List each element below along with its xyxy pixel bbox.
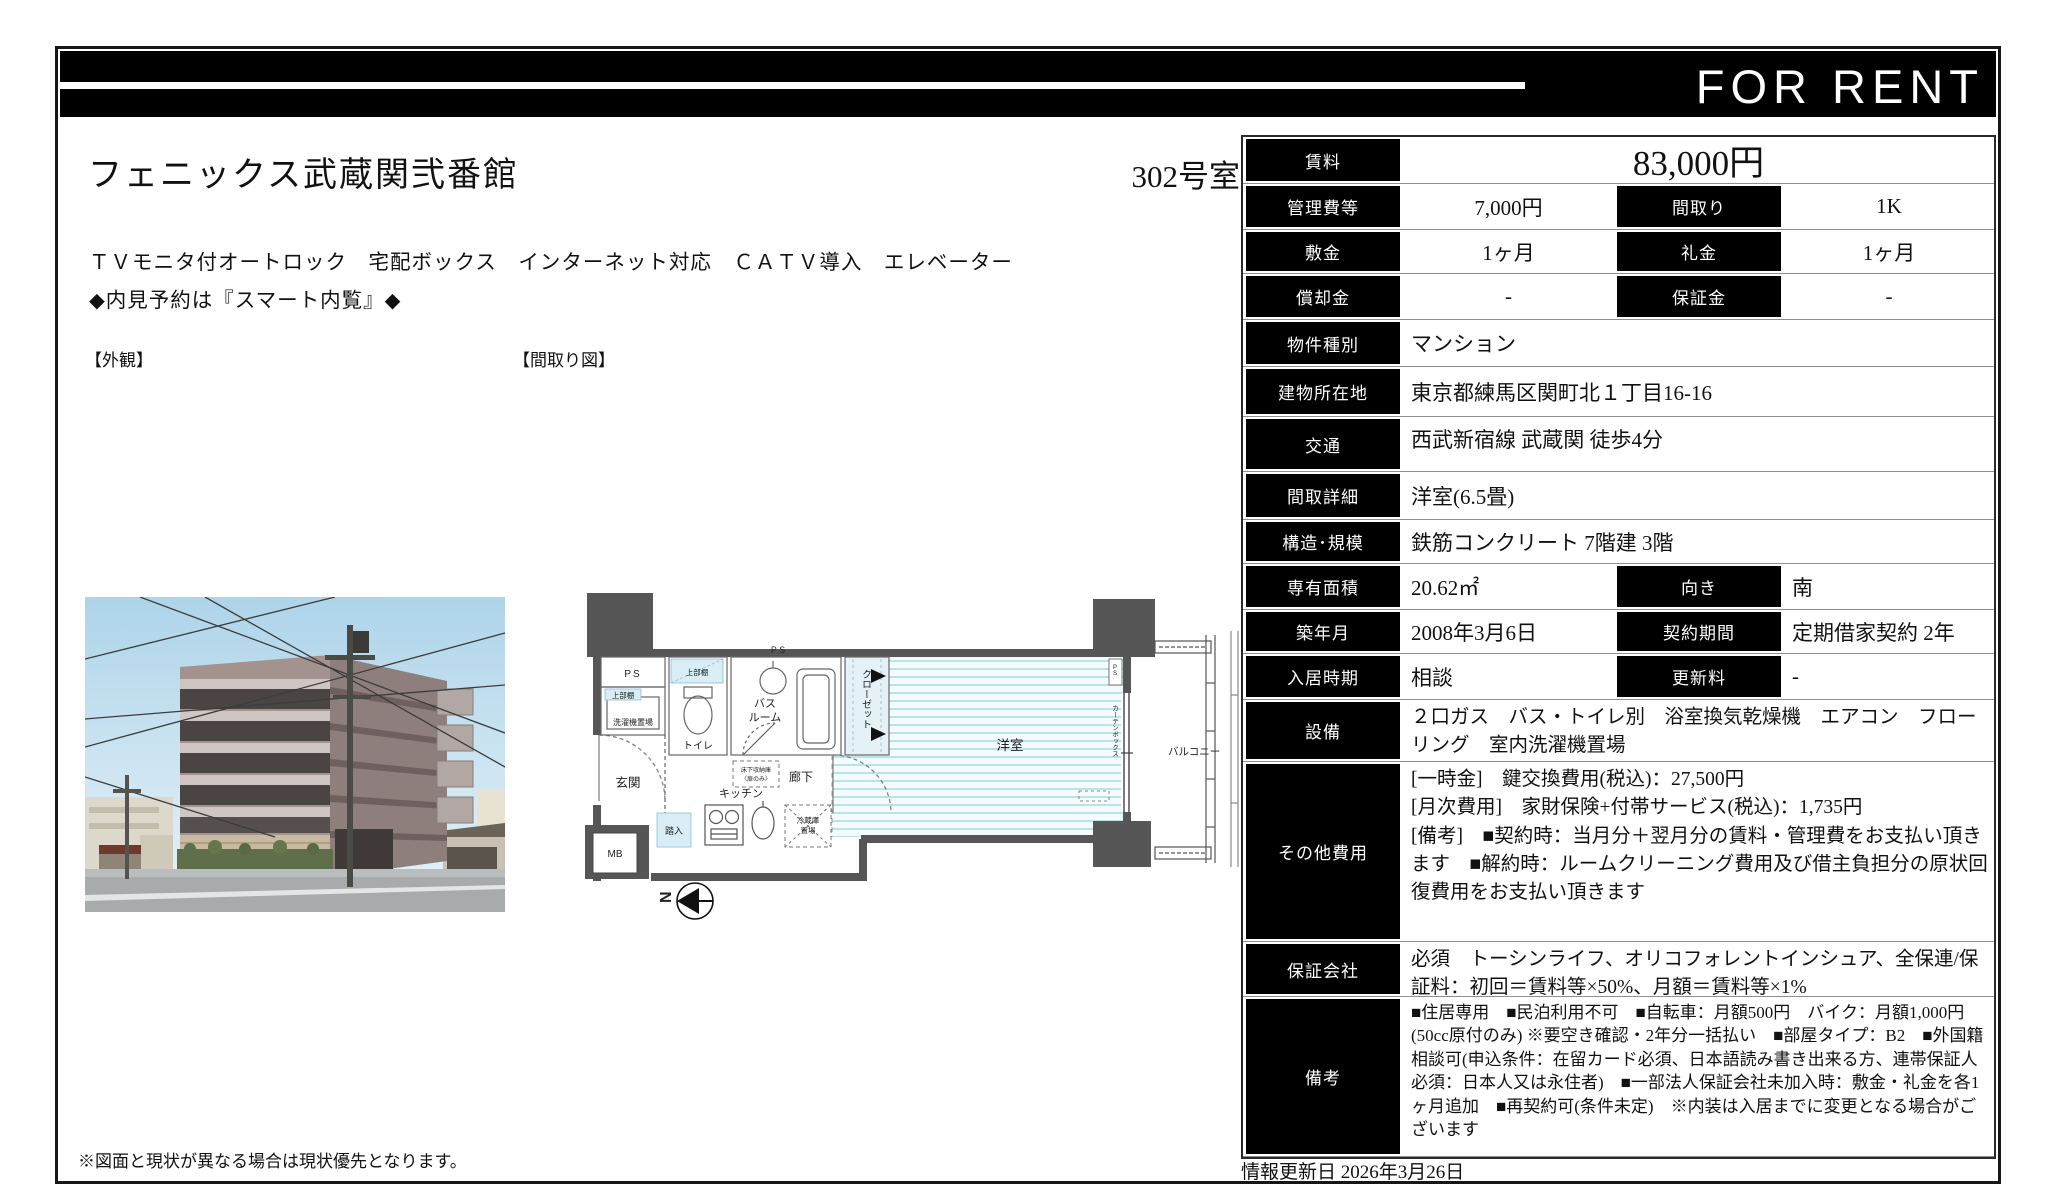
feature-line-2: ◆内見予約は『スマート内覧』◆ (89, 283, 401, 313)
guarantor-company-value: 必須 トーシンライフ、オリコフォレントインシュア、全保連/保証料：初回＝賃料等×… (1403, 942, 1994, 997)
fridge-label-2: 置場 (801, 825, 816, 835)
floor-storage-label-1: 床下収納庫 (741, 766, 771, 774)
ps-room-label: PS (1112, 665, 1118, 677)
built-date-label-cell: 築年月 (1243, 610, 1403, 654)
other-costs-value: [一時金] 鍵交換費用(税込)：27,500円 [月次費用] 家財保険+付帯サー… (1403, 762, 1994, 942)
fridge-label-1: 冷蔵庫 (797, 815, 820, 825)
renewal-fee-value: - (1784, 654, 1994, 700)
mb-label: MB (608, 849, 623, 860)
disclaimer-note: ※図面と現状が異なる場合は現状優先となります。 (78, 1147, 467, 1172)
structure-label-cell: 構造･規模 (1243, 520, 1403, 564)
ps-bath-label: ＰＳ (769, 645, 786, 655)
genkan-label: 玄関 (615, 775, 640, 790)
layout-label-cell: 間取り (1614, 184, 1784, 230)
info-updated-date: 情報更新日 2026年3月26日 (1241, 1157, 1464, 1184)
structure-value: 鉄筋コンクリート 7階建 3階 (1403, 520, 1994, 564)
deposit-label-cell: 敷金 (1243, 230, 1403, 274)
building-name: フェニックス武蔵関弐番館 (88, 147, 519, 196)
entry-step-label: 踏入 (665, 825, 683, 836)
amortization-value: - (1403, 274, 1614, 320)
north-compass-icon: N (658, 883, 713, 919)
floorplan-section-label: 【間取り図】 (513, 346, 615, 371)
kitchen-label: キッチン (719, 787, 763, 800)
deposit-value: 1ヶ月 (1403, 230, 1614, 274)
closet-label: クローゼット (860, 669, 872, 729)
bath-label-1: バス (754, 697, 776, 710)
laundry-label: 洗濯機置場 (613, 717, 653, 727)
room-window (1121, 693, 1133, 812)
remarks-label-cell: 備考 (1243, 997, 1403, 1157)
photo-main-building (177, 655, 473, 877)
guarantee-deposit-value: - (1784, 274, 1994, 320)
layout-value: 1K (1784, 184, 1994, 230)
key-money-value: 1ヶ月 (1784, 230, 1994, 274)
feature-line-1: ＴＶモニタ付オートロック 宅配ボックス インターネット対応 ＣＡＴＶ導入 エレベ… (89, 245, 1013, 275)
upper-shelf-1-label: 上部棚 (686, 667, 709, 677)
access-label-cell: 交通 (1243, 417, 1403, 472)
banner-stripe (60, 82, 1525, 89)
management-fee-value: 7,000円 (1403, 184, 1614, 230)
property-type-label-cell: 物件種別 (1243, 320, 1403, 367)
floor-plan: MB PS 上部棚 洗濯機置場 玄関 踏入 上部棚 トイレ (565, 585, 1243, 935)
floor-storage (733, 761, 779, 787)
layout-detail-label-cell: 間取詳細 (1243, 472, 1403, 520)
svg-text:N: N (658, 891, 675, 903)
flyer-frame: FOR RENT フェニックス武蔵関弐番館 302号室 ＴＶモニタ付オートロック… (55, 46, 2001, 1184)
amortization-label-cell: 償却金 (1243, 274, 1403, 320)
move-in-label-cell: 入居時期 (1243, 654, 1403, 700)
upper-shelf-2-label: 上部棚 (612, 690, 635, 700)
floor-area-label-cell: 専有面積 (1243, 564, 1403, 610)
kitchen-stove (705, 805, 743, 845)
kitchen-sink (752, 801, 774, 839)
bathroom (731, 657, 841, 755)
spec-table: 賃料 83,000円 管理費等 7,000円 間取り 1K 敷金 1ヶ月 礼金 … (1241, 135, 1996, 1159)
ps-left-label: PS (624, 669, 641, 680)
key-money-label-cell: 礼金 (1614, 230, 1784, 274)
room-number: 302号室 (958, 151, 1240, 196)
other-costs-label-cell: その他費用 (1243, 762, 1403, 942)
equipment-label-cell: 設備 (1243, 700, 1403, 762)
balcony-label: バルコニー (1168, 746, 1220, 758)
rent-label-cell: 賃料 (1243, 137, 1403, 184)
guarantee-deposit-label-cell: 保証金 (1614, 274, 1784, 320)
floor-area-value: 20.62㎡ (1403, 564, 1614, 610)
address-value: 東京都練馬区関町北１丁目16-16 (1403, 367, 1994, 417)
entry-door (599, 735, 665, 801)
move-in-value: 相談 (1403, 654, 1614, 700)
remarks-value: ■住居専用 ■民泊利用不可 ■自転車：月額500円 バイク：月額1,000円(5… (1403, 997, 1994, 1157)
contract-period-label-cell: 契約期間 (1614, 610, 1784, 654)
floor-storage-label-2: 〈扉のみ〉 (741, 775, 771, 783)
management-fee-label-cell: 管理費等 (1243, 184, 1403, 230)
exterior-section-label: 【外観】 (85, 346, 153, 371)
property-type-value: マンション (1403, 320, 1994, 367)
for-rent-title: FOR RENT (1696, 55, 1984, 117)
address-label-cell: 建物所在地 (1243, 367, 1403, 417)
contract-period-value: 定期借家契約 2年 (1784, 610, 1994, 654)
photo-street (85, 869, 505, 912)
layout-detail-value: 洋室(6.5畳) (1403, 472, 1994, 520)
bath-label-2: ルーム (749, 711, 782, 724)
facing-value: 南 (1784, 564, 1994, 610)
built-date-value: 2008年3月6日 (1403, 610, 1614, 654)
rent-value: 83,000円 (1403, 137, 1994, 184)
western-room-label: 洋室 (997, 737, 1024, 753)
facing-label-cell: 向き (1614, 564, 1784, 610)
exterior-photo (85, 597, 505, 912)
hall-label: 廊下 (789, 769, 813, 784)
utility-partitions (601, 657, 665, 829)
guarantor-company-label-cell: 保証会社 (1243, 942, 1403, 997)
toilet-label: トイレ (683, 741, 713, 752)
access-value: 西武新宿線 武蔵関 徒歩4分 (1403, 417, 1994, 472)
header-banner: FOR RENT (60, 51, 1996, 117)
equipment-value: ２口ガス バス・トイレ別 浴室換気乾燥機 エアコン フローリング 室内洗濯機置場 (1403, 700, 1994, 762)
renewal-fee-label-cell: 更新料 (1614, 654, 1784, 700)
